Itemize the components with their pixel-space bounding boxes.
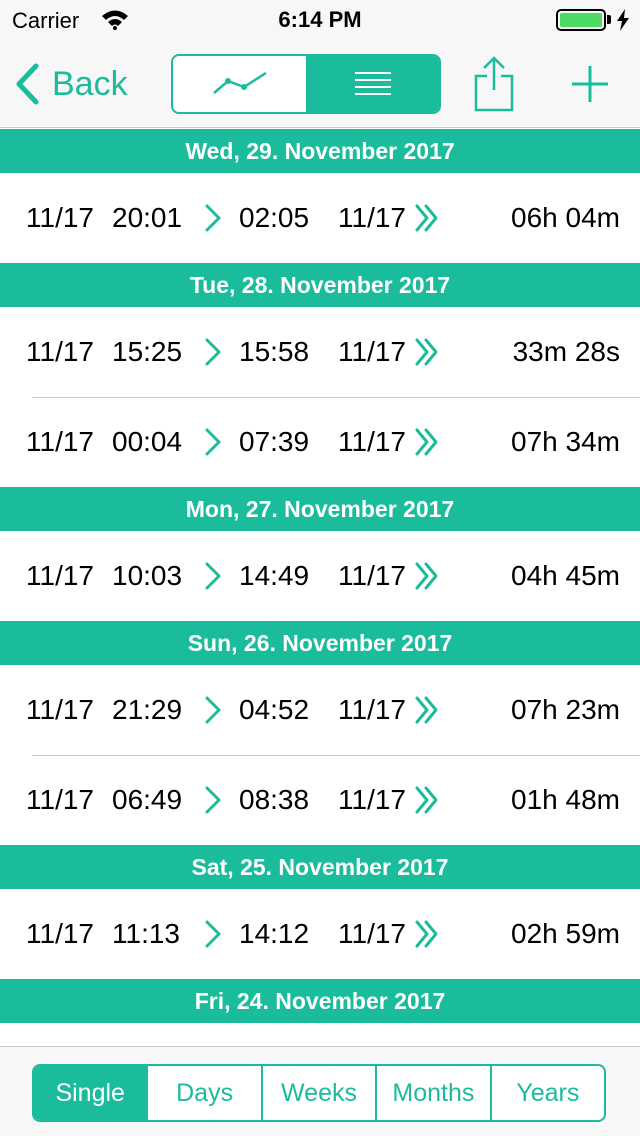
chart-view-segment[interactable]: [173, 56, 306, 112]
end-date: 11/17: [338, 202, 406, 233]
share-icon[interactable]: [472, 56, 516, 112]
start-date: 11/17: [26, 426, 94, 457]
chevron-right-icon: [204, 337, 222, 367]
period-tab-months[interactable]: Months: [375, 1066, 489, 1120]
status-time: 6:14 PM: [278, 7, 362, 32]
view-mode-segmented-control: [171, 54, 441, 114]
start-date: 11/17: [26, 784, 94, 815]
chevron-right-icon: [204, 203, 222, 233]
period-segmented-control: Single Days Weeks Months Years: [32, 1064, 606, 1122]
chevron-right-icon: [204, 919, 222, 949]
start-time: 10:03: [112, 560, 183, 591]
session-row[interactable]: 11/17 15:25 15:58 11/17 33m 28s: [0, 307, 640, 397]
period-tab-single[interactable]: Single: [34, 1066, 147, 1120]
end-date: 11/17: [338, 694, 406, 725]
end-time: 07:39: [239, 426, 310, 457]
end-date: 11/17: [338, 336, 406, 367]
end-date: 11/17: [338, 560, 406, 591]
charging-bolt-icon: [617, 9, 629, 31]
section-header: Sun, 26. November 2017: [0, 621, 640, 665]
chevron-left-icon: [16, 63, 39, 105]
list-view-segment[interactable]: [306, 56, 439, 112]
double-chevron-right-icon: [414, 919, 440, 949]
chevron-right-icon: [204, 427, 222, 457]
end-time: 08:38: [239, 784, 310, 815]
end-date: 11/17: [338, 784, 406, 815]
chevron-right-icon: [204, 695, 222, 725]
end-time: 14:12: [239, 918, 310, 949]
start-time: 06:49: [112, 784, 183, 815]
duration: 07h 34m: [511, 426, 620, 457]
battery-tip: [607, 15, 611, 24]
session-row[interactable]: 11/17 20:01 02:05 11/17 06h 04m: [0, 173, 640, 263]
add-icon[interactable]: [568, 62, 612, 106]
duration: 06h 04m: [511, 202, 620, 233]
period-tab-days[interactable]: Days: [146, 1066, 260, 1120]
end-time: 02:05: [239, 202, 310, 233]
chevron-right-icon: [204, 785, 222, 815]
status-bar: Carrier 6:14 PM: [0, 0, 640, 40]
bottom-toolbar: Single Days Weeks Months Years: [0, 1046, 640, 1136]
start-time: 15:25: [112, 336, 183, 367]
end-time: 15:58: [239, 336, 310, 367]
double-chevron-right-icon: [414, 203, 440, 233]
sessions-list[interactable]: Wed, 29. November 2017 11/17 20:01 02:05 11/…: [0, 129, 640, 1046]
session-row[interactable]: 11/17 10:03 14:49 11/17 04h 45m: [0, 531, 640, 621]
double-chevron-right-icon: [414, 785, 440, 815]
battery-icon: [556, 9, 606, 31]
start-time: 21:29: [112, 694, 183, 725]
start-time: 11:13: [112, 918, 180, 949]
duration: 33m 28s: [512, 336, 620, 367]
section-header: Mon, 27. November 2017: [0, 487, 640, 531]
navigation-bar: Back: [0, 40, 640, 128]
line-chart-icon: [212, 71, 267, 94]
start-date: 11/17: [26, 918, 94, 949]
duration: 01h 48m: [511, 784, 620, 815]
end-date: 11/17: [338, 918, 406, 949]
start-date: 11/17: [26, 202, 94, 233]
double-chevron-right-icon: [414, 695, 440, 725]
end-date: 11/17: [338, 426, 406, 457]
session-row[interactable]: 11/17 11:13 14:12 11/17 02h 59m: [0, 889, 640, 979]
section-header: Sat, 25. November 2017: [0, 845, 640, 889]
section-header: Fri, 24. November 2017: [0, 979, 640, 1023]
duration: 02h 59m: [511, 918, 620, 949]
chevron-right-icon: [204, 561, 222, 591]
session-row[interactable]: 11/17 06:49 08:38 11/17 01h 48m: [0, 755, 640, 845]
double-chevron-right-icon: [414, 337, 440, 367]
duration: 07h 23m: [511, 694, 620, 725]
list-icon: [354, 72, 391, 95]
start-date: 11/17: [26, 336, 94, 367]
start-time: 00:04: [112, 426, 183, 457]
double-chevron-right-icon: [414, 561, 440, 591]
double-chevron-right-icon: [414, 427, 440, 457]
end-time: 04:52: [239, 694, 310, 725]
period-tab-years[interactable]: Years: [489, 1066, 604, 1120]
end-time: 14:49: [239, 560, 310, 591]
session-row[interactable]: 11/17 00:04 07:39 11/17 07h 34m: [0, 397, 640, 487]
session-row[interactable]: 11/17 21:29 04:52 11/17 07h 23m: [0, 665, 640, 755]
start-date: 11/17: [26, 560, 94, 591]
back-button-label: Back: [52, 64, 128, 103]
back-button[interactable]: Back: [14, 62, 128, 106]
start-time: 20:01: [112, 202, 183, 233]
period-tab-weeks[interactable]: Weeks: [260, 1066, 375, 1120]
section-header: Tue, 28. November 2017: [0, 263, 640, 307]
start-date: 11/17: [26, 694, 94, 725]
duration: 04h 45m: [511, 560, 620, 591]
section-header: Wed, 29. November 2017: [0, 129, 640, 173]
